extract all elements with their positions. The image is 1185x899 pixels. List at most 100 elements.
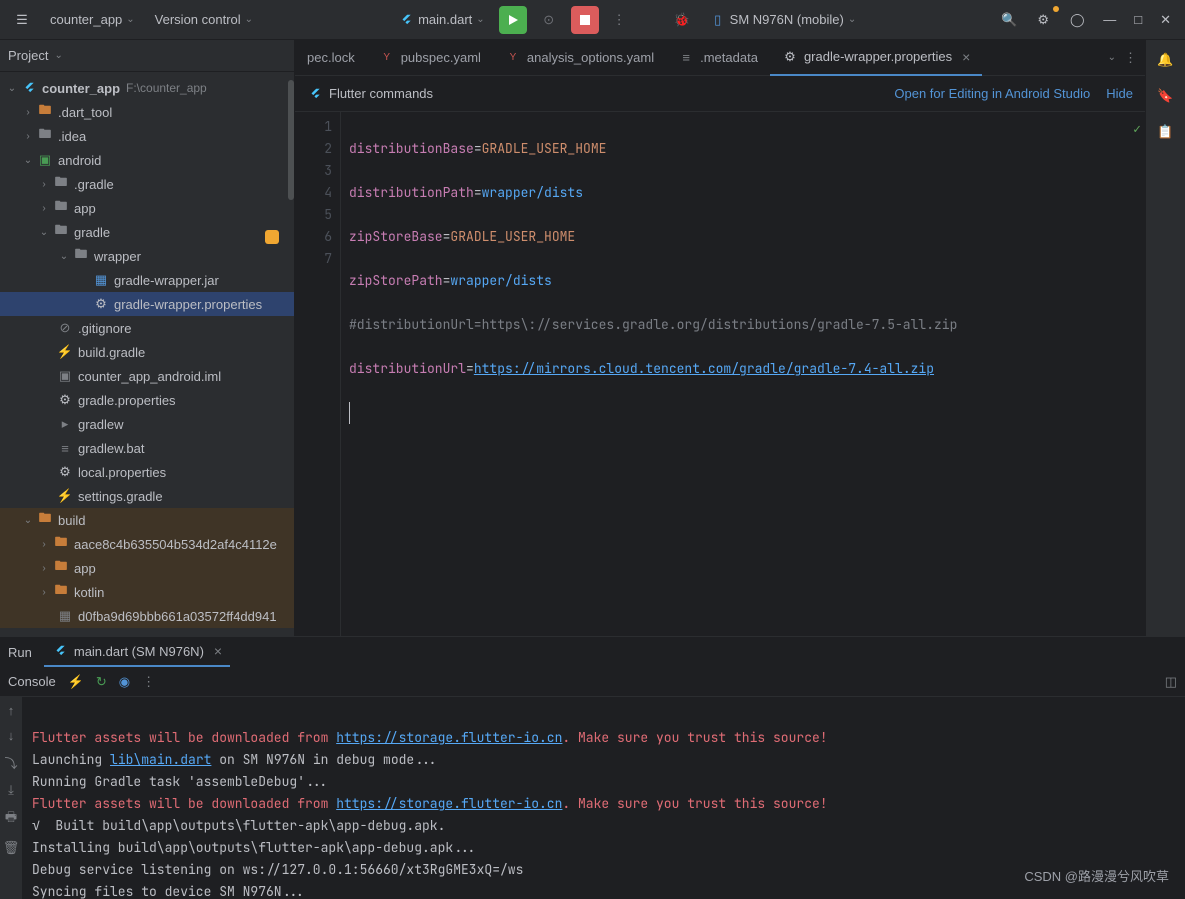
clipboard-button[interactable]: 📋: [1151, 120, 1179, 144]
tree-item[interactable]: ▣counter_app_android.iml: [0, 364, 294, 388]
tree-item[interactable]: ⊘.gitignore: [0, 316, 294, 340]
stop-button[interactable]: [571, 6, 599, 34]
tree-root[interactable]: ⌄ counter_app F:\counter_app: [0, 76, 294, 100]
search-button[interactable]: 🔍: [995, 8, 1023, 32]
tree-item[interactable]: ⌄▣android: [0, 148, 294, 172]
tree-item[interactable]: ›🖿kotlin: [0, 580, 294, 604]
tree-item[interactable]: ▦d0fba9d69bbb661a03572ff4dd941: [0, 604, 294, 628]
lightning-icon[interactable]: ⚡: [68, 674, 84, 690]
sidebar-header[interactable]: Project ⌄: [0, 40, 294, 72]
tree-item[interactable]: ⚡settings.gradle: [0, 484, 294, 508]
gear-icon: ⚙: [56, 391, 74, 409]
reload-icon[interactable]: ↻: [96, 674, 107, 690]
debug-button[interactable]: ⊙: [535, 8, 563, 32]
tree-item[interactable]: ⚙gradle.properties: [0, 388, 294, 412]
tree-item[interactable]: ›🖿.idea: [0, 124, 294, 148]
scroll-icon[interactable]: ⤓: [8, 782, 14, 798]
device-selector[interactable]: ▯ SM N976N (mobile) ⌄: [704, 8, 863, 32]
console-label: Console: [8, 674, 56, 689]
flutter-icon: [398, 12, 414, 28]
more-actions[interactable]: ⋮: [607, 8, 632, 32]
code-content[interactable]: distributionBase=GRADLE_USER_HOME distri…: [341, 112, 1145, 636]
tab[interactable]: Yanalysis_options.yaml: [493, 40, 666, 76]
tree-item[interactable]: ⚡build.gradle: [0, 340, 294, 364]
flutter-commands-bar: Flutter commands Open for Editing in And…: [295, 76, 1145, 112]
version-control-menu[interactable]: Version control ⌄: [149, 8, 259, 31]
tree-item[interactable]: ▸gradlew: [0, 412, 294, 436]
chevron-down-icon[interactable]: ⌄: [1108, 52, 1116, 63]
main-toolbar: ☰ counter_app ⌄ Version control ⌄ main.d…: [0, 0, 1185, 40]
wrap-icon[interactable]: ⤵: [4, 753, 17, 772]
open-android-studio-link[interactable]: Open for Editing in Android Studio: [894, 86, 1090, 101]
search-icon: 🔍: [1001, 12, 1017, 28]
tree-item[interactable]: ›🖿app: [0, 556, 294, 580]
bookmark-button[interactable]: 🔖: [1151, 84, 1179, 108]
run-button[interactable]: [499, 6, 527, 34]
up-icon[interactable]: ↑: [8, 703, 15, 718]
tree-item[interactable]: ›🖿.dart_tool: [0, 100, 294, 124]
tree-item[interactable]: ›🖿app: [0, 196, 294, 220]
tree-item[interactable]: ⌄🖿build: [0, 508, 294, 532]
down-icon[interactable]: ↓: [8, 728, 15, 743]
tree-item[interactable]: ⚙local.properties: [0, 460, 294, 484]
more-tabs[interactable]: ⋮: [1124, 50, 1137, 66]
close-icon[interactable]: ×: [214, 643, 222, 659]
close-button[interactable]: ✕: [1154, 8, 1177, 32]
tree-item[interactable]: ⌄🖿wrapper: [0, 244, 294, 268]
project-name: counter_app: [50, 12, 122, 27]
tree-item[interactable]: ›🖿aace8c4b635504b534d2af4c4112e: [0, 532, 294, 556]
run-tab[interactable]: main.dart (SM N976N) ×: [44, 637, 230, 667]
phone-icon: ▯: [710, 12, 726, 28]
run-title: Run: [8, 645, 32, 660]
gear-icon: ⚙: [782, 49, 798, 65]
tab[interactable]: ≡.metadata: [666, 40, 770, 76]
console-toolbar: Console ⚡ ↻ ◉ ⋮ ◫: [0, 667, 1185, 697]
tree-item[interactable]: ›🖿.gradle: [0, 172, 294, 196]
gradle-icon: ⚡: [56, 343, 74, 361]
hamburger-icon: ☰: [14, 12, 30, 28]
close-tab-icon[interactable]: ×: [962, 49, 970, 65]
more-icon[interactable]: ⋮: [142, 674, 155, 690]
print-icon[interactable]: 🖶: [5, 808, 17, 830]
menu-button[interactable]: ☰: [8, 8, 36, 32]
trash-icon[interactable]: 🗑: [3, 840, 20, 856]
status-check-icon: ✓: [1133, 118, 1141, 140]
file-icon: ≡: [678, 50, 694, 66]
module-icon: ▣: [36, 151, 54, 169]
run-config-selector[interactable]: main.dart ⌄: [392, 8, 491, 32]
tab-active[interactable]: ⚙gradle-wrapper.properties×: [770, 40, 982, 76]
account-button[interactable]: ◯: [1063, 8, 1091, 32]
right-tool-rail: 🔔 🔖 📋: [1145, 40, 1185, 636]
code-editor[interactable]: 1234567 distributionBase=GRADLE_USER_HOM…: [295, 112, 1145, 636]
tab[interactable]: pec.lock: [295, 40, 367, 76]
attach-debugger[interactable]: 🐞: [668, 8, 696, 32]
devtools-icon[interactable]: ◉: [119, 674, 130, 690]
bug-icon: ⊙: [541, 12, 557, 28]
folder-icon: 🖿: [72, 247, 90, 265]
scrollbar-thumb[interactable]: [288, 80, 294, 200]
file-icon: ⊘: [56, 319, 74, 337]
layout-icon[interactable]: ◫: [1165, 674, 1177, 690]
project-tree[interactable]: ⌄ counter_app F:\counter_app ›🖿.dart_too…: [0, 72, 294, 636]
tree-item[interactable]: ▦gradle-wrapper.jar: [0, 268, 294, 292]
iml-icon: ▣: [56, 367, 74, 385]
clipboard-icon: 📋: [1157, 124, 1173, 140]
tree-item[interactable]: ⌄🖿gradle: [0, 220, 294, 244]
hide-link[interactable]: Hide: [1106, 86, 1133, 101]
notifications-button[interactable]: 🔔: [1151, 48, 1179, 72]
project-selector[interactable]: counter_app ⌄: [44, 8, 141, 31]
bulb-icon[interactable]: [265, 230, 279, 244]
project-sidebar: Project ⌄ ⌄ counter_app F:\counter_app ›…: [0, 40, 295, 636]
minimize-button[interactable]: —: [1097, 8, 1122, 31]
tab[interactable]: Ypubspec.yaml: [367, 40, 493, 76]
main-area: Project ⌄ ⌄ counter_app F:\counter_app ›…: [0, 40, 1185, 636]
console-output[interactable]: Flutter assets will be downloaded from h…: [22, 697, 1185, 899]
maximize-button[interactable]: □: [1128, 8, 1148, 31]
settings-button[interactable]: ⚙: [1029, 8, 1057, 32]
gradle-icon: ⚡: [56, 487, 74, 505]
tree-item-selected[interactable]: ⚙gradle-wrapper.properties: [0, 292, 294, 316]
bookmark-icon: 🔖: [1157, 88, 1173, 104]
folder-icon: 🖿: [52, 223, 70, 241]
tree-item[interactable]: ≡gradlew.bat: [0, 436, 294, 460]
run-header: Run main.dart (SM N976N) ×: [0, 637, 1185, 667]
